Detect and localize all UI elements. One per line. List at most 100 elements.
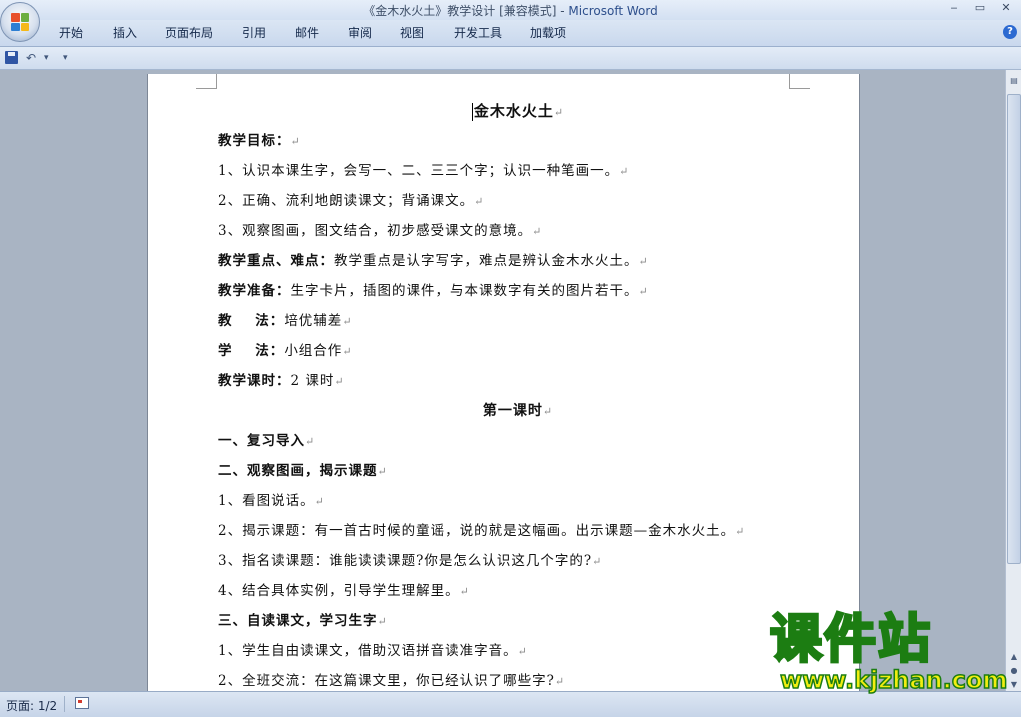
document-line: 教学目标：↵ <box>218 126 818 156</box>
line-text: 2 课时 <box>290 373 335 389</box>
tab-add-ins[interactable]: 加载项 <box>530 24 566 41</box>
paragraph-mark: ↵ <box>638 255 649 268</box>
tab-insert[interactable]: 插入 <box>113 24 137 41</box>
window-title: 《金木水火土》教学设计 [兼容模式] - Microsoft Word <box>363 4 658 18</box>
document-line: 1、学生自由读课文，借助汉语拼音读准字音。↵ <box>218 636 818 666</box>
document-line: 教学准备：生字卡片，插图的课件，与本课数字有关的图片若干。↵ <box>218 276 818 306</box>
paragraph-mark: ↵ <box>638 285 649 298</box>
paragraph-mark: ↵ <box>532 225 543 238</box>
document-line: 二、观察图画，揭示课题↵ <box>218 456 818 486</box>
document-body[interactable]: 金木水火土↵ 教学目标：↵ 1、认识本课生字，会写一、二、三三个字；认识一种笔画一… <box>218 96 818 691</box>
next-page-icon[interactable]: ▼ <box>1007 678 1021 692</box>
line-label: 教学准备： <box>218 283 291 299</box>
margin-corner-mark <box>196 74 217 89</box>
status-bar: 页面: 1/2 <box>0 691 1021 717</box>
window-controls: ‒ ▭ ✕ <box>947 1 1013 14</box>
close-button[interactable]: ✕ <box>999 1 1013 14</box>
line-label: 二、观察图画，揭示课题 <box>218 463 378 479</box>
line-text: 3、指名读课题：谁能读读课题?你是怎么认识这几个字的? <box>218 553 593 569</box>
paragraph-mark: ↵ <box>290 135 301 148</box>
paragraph-mark: ↵ <box>474 195 485 208</box>
document-line: 教 法：培优辅差↵ <box>218 306 818 336</box>
tab-view[interactable]: 视图 <box>400 24 424 41</box>
ruler-toggle-icon[interactable]: ▤ <box>1007 74 1021 88</box>
document-line: 教学课时：2 课时↵ <box>218 366 818 396</box>
paragraph-mark: ↵ <box>517 645 528 658</box>
paragraph-mark: ↵ <box>314 495 325 508</box>
ribbon-tabs: 开始 插入 页面布局 引用 邮件 审阅 视图 开发工具 加载项 <box>0 20 1021 47</box>
document-block-2: 一、复习导入↵ 二、观察图画，揭示课题↵ 1、看图说话。↵ 2、揭示课题：有一首古时候… <box>218 426 818 691</box>
tab-home[interactable]: 开始 <box>59 24 83 41</box>
paragraph-mark: ↵ <box>377 615 388 628</box>
line-text: 2、正确、流利地朗读课文；背诵课文。 <box>218 193 475 209</box>
document-line: 4、结合具体实例，引导学生理解里。↵ <box>218 576 818 606</box>
document-line: 2、揭示课题：有一首古时候的童谣，说的就是这幅画。出示课题—金木水火土。↵ <box>218 516 818 546</box>
document-line: 2、全班交流：在这篇课文里，你已经认识了哪些字?↵ <box>218 666 818 691</box>
status-divider <box>64 696 65 712</box>
line-text: 2、全班交流：在这篇课文里，你已经认识了哪些字? <box>218 673 555 689</box>
office-button[interactable] <box>0 2 40 42</box>
tab-mailings[interactable]: 邮件 <box>295 24 319 41</box>
vertical-scrollbar[interactable]: ▤ ▲ ● ▼ <box>1005 70 1021 691</box>
proofing-icon[interactable] <box>75 697 89 709</box>
document-block-1: 教学目标：↵ 1、认识本课生字，会写一、二、三三个字；认识一种笔画一。↵ 2、正确、… <box>218 126 818 396</box>
line-text: 2、揭示课题：有一首古时候的童谣，说的就是这幅画。出示课题—金木水火土。 <box>218 523 736 539</box>
line-text: 1、学生自由读课文，借助汉语拼音读准字音。 <box>218 643 518 659</box>
document-line: 2、正确、流利地朗读课文；背诵课文。↵ <box>218 186 818 216</box>
paragraph-mark: ↵ <box>342 345 353 358</box>
browse-object-icon[interactable]: ● <box>1007 664 1021 678</box>
document-line: 3、观察图画，图文结合，初步感受课文的意境。↵ <box>218 216 818 246</box>
tab-developer[interactable]: 开发工具 <box>454 24 502 41</box>
tab-references[interactable]: 引用 <box>242 24 266 41</box>
line-label: 教学课时： <box>218 373 291 389</box>
watermark-logo: 课件站 <box>768 610 933 670</box>
line-label: 教学目标： <box>218 133 291 149</box>
document-line: 1、看图说话。↵ <box>218 486 818 516</box>
paragraph-mark: ↵ <box>334 375 345 388</box>
customize-toolbar-icon[interactable]: ▾ <box>63 53 68 63</box>
line-text: 生字卡片，插图的课件，与本课数字有关的图片若干。 <box>290 283 639 299</box>
document-area: 金木水火土↵ 教学目标：↵ 1、认识本课生字，会写一、二、三三个字；认识一种笔画一… <box>0 70 1005 691</box>
document-line: 1、认识本课生字，会写一、二、三三个字；认识一种笔画一。↵ <box>218 156 818 186</box>
margin-corner-mark <box>789 74 810 89</box>
page-indicator[interactable]: 页面: 1/2 <box>6 697 57 714</box>
line-text: 1、认识本课生字，会写一、二、三三个字；认识一种笔画一。 <box>218 163 620 179</box>
text-cursor <box>471 103 473 121</box>
undo-dropdown-icon[interactable]: ▾ <box>44 53 49 63</box>
document-line: 教学重点、难点：教学重点是认字写字，难点是辨认金木水火土。↵ <box>218 246 818 276</box>
line-label: 学 法： <box>218 343 285 359</box>
document-title: 金木水火土↵ <box>471 102 565 121</box>
line-text: 小组合作 <box>284 343 343 359</box>
line-text: 培优辅差 <box>284 313 343 329</box>
help-icon[interactable]: ? <box>1003 25 1017 39</box>
paragraph-mark: ↵ <box>592 555 603 568</box>
paragraph-mark: ↵ <box>342 315 353 328</box>
document-page[interactable]: 金木水火土↵ 教学目标：↵ 1、认识本课生字，会写一、二、三三个字；认识一种笔画一… <box>148 74 859 691</box>
line-text: 3、观察图画，图文结合，初步感受课文的意境。 <box>218 223 533 239</box>
document-line: 3、指名读课题：谁能读读课题?你是怎么认识这几个字的?↵ <box>218 546 818 576</box>
line-text: 4、结合具体实例，引导学生理解里。 <box>218 583 460 599</box>
document-line: 学 法：小组合作↵ <box>218 336 818 366</box>
save-icon[interactable] <box>5 51 18 64</box>
line-text: 教学重点是认字写字，难点是辨认金木水火土。 <box>334 253 639 269</box>
paragraph-mark: ↵ <box>619 165 630 178</box>
line-text: 1、看图说话。 <box>218 493 315 509</box>
paragraph-mark: ↵ <box>305 435 316 448</box>
paragraph-mark: ↵ <box>377 465 388 478</box>
previous-page-icon[interactable]: ▲ <box>1007 650 1021 664</box>
tab-page-layout[interactable]: 页面布局 <box>165 24 213 41</box>
scroll-thumb[interactable] <box>1007 94 1021 564</box>
line-label: 教 法： <box>218 313 285 329</box>
undo-icon[interactable]: ↶ <box>26 51 36 65</box>
line-label: 教学重点、难点： <box>218 253 334 269</box>
document-line: 三、自读课文，学习生字↵ <box>218 606 818 636</box>
minimize-button[interactable]: ‒ <box>947 1 961 14</box>
line-label: 三、自读课文，学习生字 <box>218 613 378 629</box>
quick-access-toolbar: ↶ ▾ ▾ <box>0 47 1021 70</box>
restore-button[interactable]: ▭ <box>973 1 987 14</box>
tab-review[interactable]: 审阅 <box>348 24 372 41</box>
section-heading: 第一课时↵ <box>482 403 554 419</box>
watermark-url: www.kjzhan.com <box>779 665 1008 695</box>
title-bar: 《金木水火土》教学设计 [兼容模式] - Microsoft Word ‒ ▭ … <box>0 0 1021 20</box>
paragraph-mark: ↵ <box>735 525 746 538</box>
